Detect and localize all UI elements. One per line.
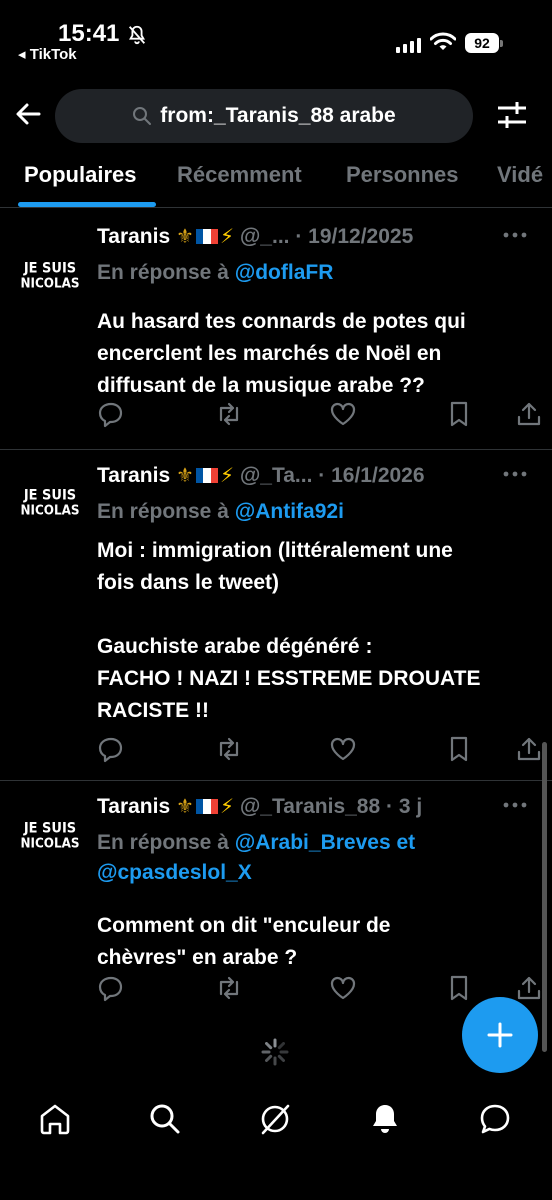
bell-muted-icon xyxy=(128,25,146,45)
repost-icon[interactable] xyxy=(215,974,243,1002)
mention-link[interactable]: @doflaFR xyxy=(235,261,334,284)
tweet-actions xyxy=(97,735,542,765)
author-name[interactable]: Taranis xyxy=(97,225,170,248)
author-name[interactable]: Taranis xyxy=(97,464,170,487)
avatar[interactable]: JE SUIS NICOLAS xyxy=(18,244,82,308)
bottom-navigation xyxy=(0,1082,552,1162)
share-icon[interactable] xyxy=(515,974,543,1002)
tweet[interactable]: JE SUIS NICOLAS Taranis ⚜ ⚡ @_Ta... · 16/… xyxy=(0,451,552,781)
battery-indicator: 92 xyxy=(465,33,503,53)
tab-populaires[interactable]: Populaires xyxy=(24,162,136,188)
bookmark-icon[interactable] xyxy=(445,735,473,763)
share-icon[interactable] xyxy=(515,400,543,428)
mention-link[interactable]: @cpasdeslol_X xyxy=(97,861,252,884)
bookmark-icon[interactable] xyxy=(445,974,473,1002)
lightning-icon: ⚡ xyxy=(219,796,234,818)
more-options-icon[interactable] xyxy=(502,800,528,810)
reply-context: En réponse à @Arabi_Breves et @cpasdeslo… xyxy=(97,831,416,884)
like-icon[interactable] xyxy=(329,974,357,1002)
reply-icon[interactable] xyxy=(97,735,125,763)
france-flag-icon xyxy=(195,796,218,814)
tweet-date[interactable]: · 16/1/2026 xyxy=(318,464,424,487)
repost-icon[interactable] xyxy=(215,735,243,763)
author-handle[interactable]: @_Ta... xyxy=(240,464,313,487)
tweet-text: Comment on dit "enculeur de chèvres" en … xyxy=(97,914,391,969)
tab-recemment[interactable]: Récemment xyxy=(177,162,302,188)
more-options-icon[interactable] xyxy=(502,469,528,479)
tweet-header: Taranis ⚜ ⚡ @_Taranis_88 · 3 j xyxy=(97,794,542,824)
author-name[interactable]: Taranis xyxy=(97,795,170,818)
france-flag-icon xyxy=(195,226,218,244)
grok-icon[interactable] xyxy=(258,1102,292,1136)
reply-icon[interactable] xyxy=(97,974,125,1002)
back-to-app-link[interactable]: ◂ TikTok xyxy=(18,45,77,63)
tweet-text: Moi : immigration (littéralement une foi… xyxy=(97,539,481,722)
reply-context: En réponse à @Antifa92i xyxy=(97,500,344,523)
author-handle[interactable]: @_Taranis_88 xyxy=(240,795,380,818)
fleur-de-lis-icon: ⚜ xyxy=(176,465,194,487)
repost-icon[interactable] xyxy=(215,400,243,428)
tweet[interactable]: JE SUIS NICOLAS Taranis ⚜ ⚡ @_Taranis_88 … xyxy=(0,782,552,1012)
like-icon[interactable] xyxy=(329,735,357,763)
filter-settings-icon[interactable] xyxy=(496,100,528,130)
status-bar: 15:41 ◂ TikTok 92 xyxy=(0,0,552,70)
back-arrow-icon[interactable] xyxy=(12,98,44,130)
status-time: 15:41 xyxy=(58,20,120,47)
tweet-header: Taranis ⚜ ⚡ @_Ta... · 16/1/2026 xyxy=(97,463,542,493)
tweet-text: Au hasard tes connards de potes qui ence… xyxy=(97,310,466,397)
search-query: from:_Taranis_88 arabe xyxy=(160,104,396,127)
loading-spinner-icon xyxy=(261,1038,289,1066)
scrollbar[interactable] xyxy=(542,742,547,1052)
like-icon[interactable] xyxy=(329,400,357,428)
tab-personnes[interactable]: Personnes xyxy=(346,162,459,188)
mention-link[interactable]: @Antifa92i xyxy=(235,500,344,523)
france-flag-icon xyxy=(195,465,218,483)
search-header: from:_Taranis_88 arabe xyxy=(0,84,552,148)
avatar[interactable]: JE SUIS NICOLAS xyxy=(18,804,82,868)
fleur-de-lis-icon: ⚜ xyxy=(176,796,194,818)
tweet-actions xyxy=(97,400,542,430)
author-handle[interactable]: @_... xyxy=(240,225,290,248)
tweet-date[interactable]: · 3 j xyxy=(386,795,422,818)
mention-link[interactable]: @Arabi_Breves et xyxy=(235,831,415,854)
tweet-actions xyxy=(97,974,542,1004)
search-input[interactable]: from:_Taranis_88 arabe xyxy=(55,89,473,143)
compose-post-button[interactable] xyxy=(462,997,538,1073)
tweet[interactable]: JE SUIS NICOLAS Taranis ⚜ ⚡ @_... · 19/12… xyxy=(0,210,552,450)
tab-videos[interactable]: Vidé xyxy=(497,162,543,188)
more-options-icon[interactable] xyxy=(502,230,528,240)
bookmark-icon[interactable] xyxy=(445,400,473,428)
plus-icon xyxy=(487,1022,513,1048)
tweet-date[interactable]: · 19/12/2025 xyxy=(295,225,413,248)
signal-icon xyxy=(396,37,421,53)
active-tab-indicator xyxy=(18,202,156,207)
messages-icon[interactable] xyxy=(478,1102,512,1136)
lightning-icon: ⚡ xyxy=(219,226,234,248)
tweet-header: Taranis ⚜ ⚡ @_... · 19/12/2025 xyxy=(97,224,542,254)
fleur-de-lis-icon: ⚜ xyxy=(176,226,194,248)
notifications-icon[interactable] xyxy=(368,1102,402,1136)
lightning-icon: ⚡ xyxy=(219,465,234,487)
reply-context: En réponse à @doflaFR xyxy=(97,261,334,284)
search-icon xyxy=(133,107,152,125)
share-icon[interactable] xyxy=(515,735,543,763)
wifi-icon xyxy=(430,32,456,50)
reply-icon[interactable] xyxy=(97,400,125,428)
search-tabs: Populaires Récemment Personnes Vidé xyxy=(0,150,552,208)
search-nav-icon[interactable] xyxy=(148,1102,182,1136)
home-icon[interactable] xyxy=(38,1102,72,1136)
avatar[interactable]: JE SUIS NICOLAS xyxy=(18,471,82,535)
